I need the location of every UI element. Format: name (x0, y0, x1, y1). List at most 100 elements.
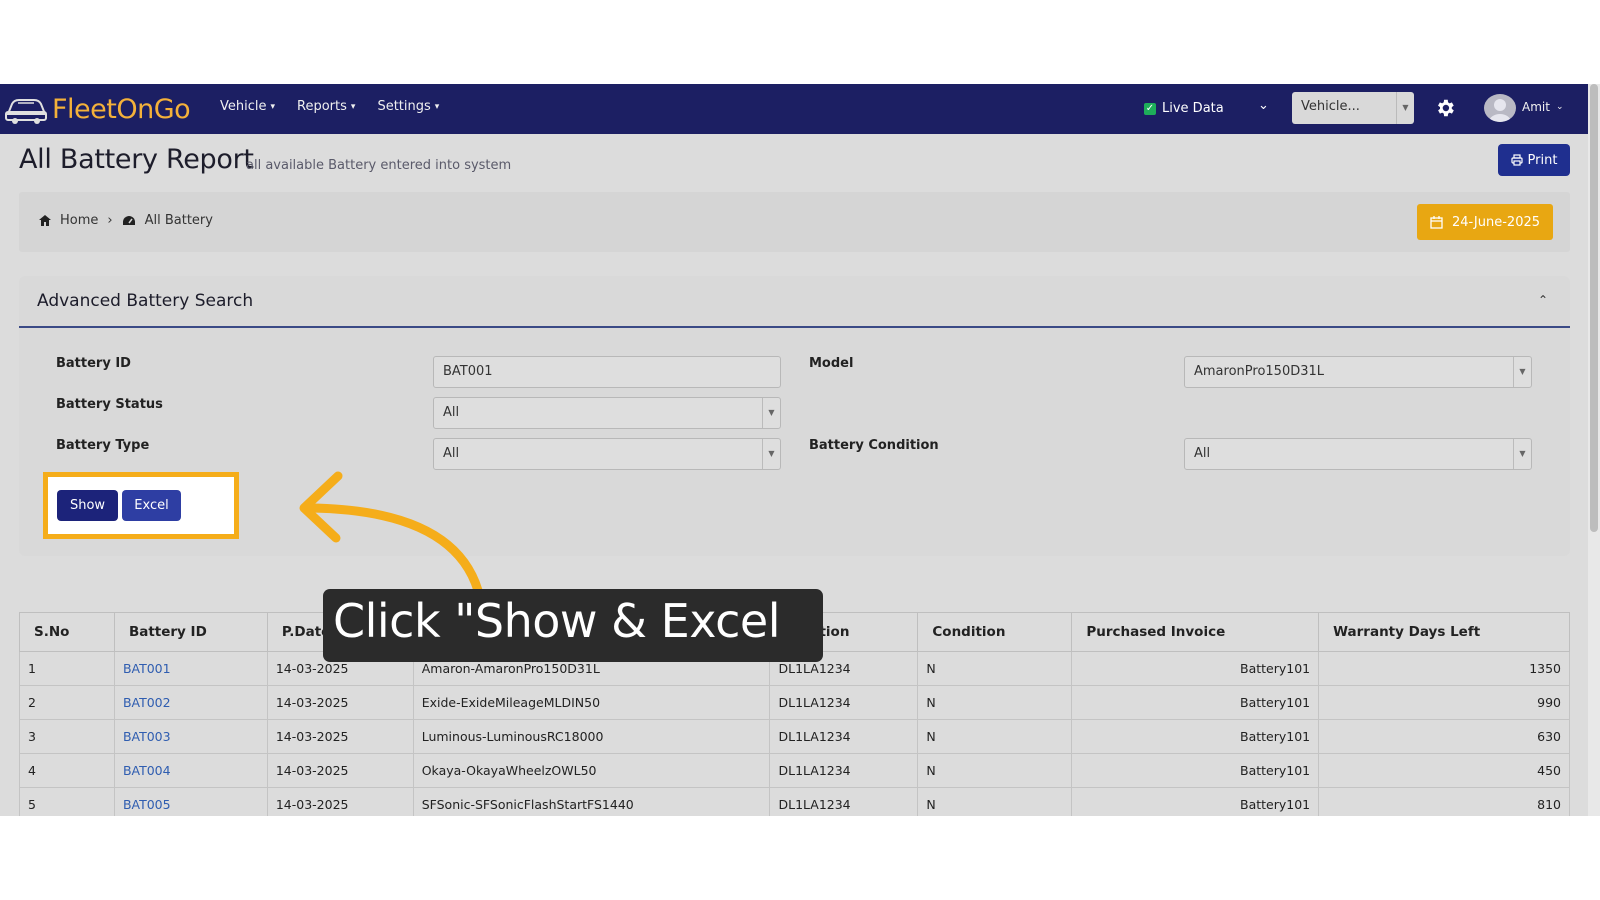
user-menu[interactable]: Amit ⌄ (1522, 100, 1563, 114)
gear-icon[interactable] (1434, 97, 1456, 119)
nav-reports-label: Reports (297, 99, 347, 114)
cell-sno: 4 (19, 753, 115, 788)
cell-pdate: 14-03-2025 (266, 719, 414, 754)
model-select[interactable]: AmaronPro150D31L ▼ (1184, 356, 1532, 388)
cell-invoice: Battery101 (1071, 719, 1320, 754)
table-row: 5 BAT005 14-03-2025 SFSonic-SFSonicFlash… (19, 787, 1570, 816)
avatar[interactable] (1484, 94, 1516, 122)
live-data-label: Live Data (1162, 101, 1224, 116)
model-value: AmaronPro150D31L (1194, 364, 1325, 379)
nav-vehicle-label: Vehicle (220, 99, 267, 114)
cell-location: DL1LA1234 (769, 787, 919, 816)
cell-invoice: Battery101 (1071, 685, 1320, 720)
col-warranty-days[interactable]: Warranty Days Left (1318, 612, 1570, 652)
advanced-search-panel: Advanced Battery Search ⌃ Battery ID BAT… (19, 276, 1570, 556)
cell-pdate: 14-03-2025 (266, 753, 414, 788)
print-button[interactable]: Print (1498, 144, 1570, 176)
cell-battery-id-link[interactable]: BAT005 (113, 787, 268, 816)
instruction-caption: Click "Show & Excel (323, 589, 823, 662)
nav-reports[interactable]: Reports ▾ (297, 99, 355, 114)
cell-condition: N (917, 753, 1073, 788)
cell-location: DL1LA1234 (769, 719, 919, 754)
battery-id-input[interactable]: BAT001 (433, 356, 781, 388)
cell-invoice: Battery101 (1071, 753, 1320, 788)
chevron-down-icon: ▾ (270, 101, 276, 112)
table-row: 4 BAT004 14-03-2025 Okaya-OkayaWheelzOWL… (19, 753, 1570, 788)
cell-condition: N (917, 719, 1073, 754)
breadcrumb: Home › All Battery (39, 213, 213, 228)
page-title: All Battery Report (19, 144, 254, 175)
dropdown-arrow-icon: ▼ (1513, 357, 1531, 387)
nav-settings[interactable]: Settings ▾ (377, 99, 439, 114)
show-button[interactable]: Show (57, 490, 118, 521)
vehicle-select[interactable]: Vehicle... ▼ (1292, 92, 1414, 124)
cell-sno: 1 (19, 651, 115, 686)
battery-type-label: Battery Type (56, 438, 150, 453)
cell-battery-id-link[interactable]: BAT004 (113, 753, 268, 788)
breadcrumb-separator-icon: › (107, 213, 113, 228)
cell-sno: 2 (19, 685, 115, 720)
fleetongo-logo[interactable]: FleetOnGo (4, 90, 191, 128)
panel-header: Advanced Battery Search ⌃ (19, 276, 1570, 328)
cell-battery-id-link[interactable]: BAT001 (113, 651, 268, 686)
cell-warranty: 810 (1318, 787, 1570, 816)
nav-vehicle[interactable]: Vehicle ▾ (220, 99, 275, 114)
cell-warranty: 1350 (1318, 651, 1570, 686)
cell-condition: N (917, 651, 1073, 686)
checkbox-checked-icon[interactable]: ✓ (1144, 102, 1156, 115)
cell-battery-id-link[interactable]: BAT003 (113, 719, 268, 754)
cell-warranty: 990 (1318, 685, 1570, 720)
cell-sno: 5 (19, 787, 115, 816)
battery-status-label: Battery Status (56, 397, 163, 412)
table-row: 2 BAT002 14-03-2025 Exide-ExideMileageML… (19, 685, 1570, 720)
live-data-dropdown-icon[interactable]: ⌄ (1258, 98, 1269, 113)
panel-title: Advanced Battery Search (37, 291, 254, 311)
chevron-down-icon: ⌄ (1555, 102, 1564, 112)
logo-text: FleetOnGo (52, 93, 191, 125)
col-battery-id[interactable]: Battery ID (113, 612, 268, 652)
chevron-up-icon[interactable]: ⌃ (1538, 293, 1548, 307)
cell-sno: 3 (19, 719, 115, 754)
battery-condition-value: All (1194, 446, 1211, 461)
breadcrumb-home[interactable]: Home (60, 213, 98, 228)
breadcrumb-current: All Battery (144, 213, 213, 228)
dashboard-icon (122, 215, 135, 225)
user-avatar-icon (1489, 99, 1511, 122)
col-purchased-invoice[interactable]: Purchased Invoice (1071, 612, 1320, 652)
col-condition[interactable]: Condition (917, 612, 1073, 652)
battery-condition-label: Battery Condition (809, 438, 939, 453)
chevron-down-icon: ▾ (350, 101, 356, 112)
cell-battery: Exide-ExideMileageMLDIN50 (412, 685, 771, 720)
col-sno[interactable]: S.No (19, 612, 115, 652)
dropdown-arrow-icon: ▼ (762, 398, 780, 428)
cell-condition: N (917, 787, 1073, 816)
page-subtitle: all available Battery entered into syste… (246, 158, 512, 173)
printer-icon (1510, 154, 1523, 166)
battery-status-select[interactable]: All ▼ (433, 397, 781, 429)
battery-id-value: BAT001 (443, 364, 493, 379)
current-date: 24-June-2025 (1451, 214, 1541, 230)
nav-settings-label: Settings (377, 99, 431, 114)
battery-type-value: All (443, 446, 460, 461)
cell-invoice: Battery101 (1071, 787, 1320, 816)
cell-pdate: 14-03-2025 (266, 787, 414, 816)
battery-condition-select[interactable]: All ▼ (1184, 438, 1532, 470)
app-window: FleetOnGo Vehicle ▾ Reports ▾ Settings ▾ ✓ … (0, 84, 1600, 816)
scrollbar-thumb[interactable] (1590, 84, 1598, 532)
car-logo-icon (5, 99, 47, 124)
home-icon (39, 215, 51, 226)
cell-battery-id-link[interactable]: BAT002 (113, 685, 268, 720)
dropdown-arrow-icon: ▼ (762, 439, 780, 469)
battery-type-select[interactable]: All ▼ (433, 438, 781, 470)
chevron-down-icon: ▾ (434, 101, 440, 112)
cell-location: DL1LA1234 (769, 685, 919, 720)
date-button[interactable]: 24-June-2025 (1417, 204, 1553, 240)
table-row: 3 BAT003 14-03-2025 Luminous-LuminousRC1… (19, 719, 1570, 754)
live-data-toggle[interactable]: ✓ Live Data (1144, 101, 1224, 116)
page-scrollbar[interactable] (1588, 84, 1600, 816)
cell-location: DL1LA1234 (769, 753, 919, 788)
cell-battery: SFSonic-SFSonicFlashStartFS1440 (412, 787, 771, 816)
cell-invoice: Battery101 (1071, 651, 1320, 686)
excel-button[interactable]: Excel (122, 490, 181, 521)
dropdown-arrow-icon: ▼ (1513, 439, 1531, 469)
